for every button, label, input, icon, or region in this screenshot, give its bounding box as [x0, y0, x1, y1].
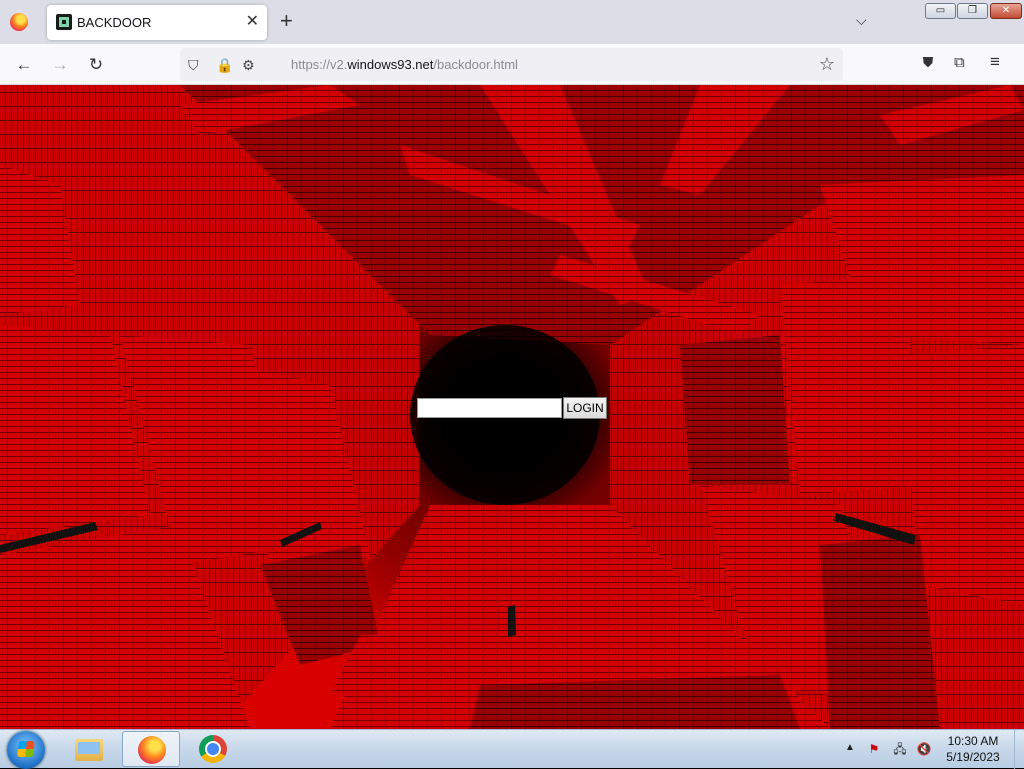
new-tab-button[interactable]: +: [280, 9, 293, 33]
hamburger-menu-icon[interactable]: ≡: [990, 52, 1000, 72]
address-bar[interactable]: ⛉ 🔒 ⚙ https://v2.windows93.net/backdoor.…: [180, 48, 843, 81]
page-viewport: LOGIN: [0, 85, 1024, 729]
dark-gap: [508, 605, 516, 637]
bookmark-star-icon[interactable]: ☆: [819, 54, 835, 75]
window-maximize-button[interactable]: ❐: [957, 3, 988, 19]
wall-block: [680, 335, 790, 485]
forward-button[interactable]: →: [48, 53, 72, 77]
network-icon[interactable]: 🖧: [892, 741, 908, 757]
url-path: /backdoor.html: [433, 57, 518, 72]
firefox-view-icon[interactable]: [10, 13, 28, 31]
windows-taskbar: ▲ ⚑ 🖧 🔇 10:30 AM 5/19/2023: [0, 729, 1024, 769]
taskbar-chrome-button[interactable]: [184, 731, 242, 767]
action-center-flag-icon[interactable]: ⚑: [866, 741, 882, 757]
tab-bar: BACKDOOR ✕ + ⌵ ▭ ❐ ✕: [0, 0, 1024, 44]
lock-icon[interactable]: 🔒: [216, 55, 233, 75]
taskbar-explorer-button[interactable]: [60, 731, 118, 767]
tracking-protection-shield-icon[interactable]: ⛉: [188, 55, 199, 75]
tab-favicon-icon: [56, 14, 72, 30]
taskbar-firefox-button[interactable]: [122, 731, 180, 767]
url-domain: windows93.net: [347, 57, 434, 72]
navigation-toolbar: ← → ↻ ⛉ 🔒 ⚙ https://v2.windows93.net/bac…: [0, 44, 1024, 85]
pocket-icon[interactable]: ⛊: [918, 54, 938, 74]
wall-block: [820, 535, 940, 729]
volume-muted-icon[interactable]: 🔇: [916, 741, 932, 757]
show-hidden-icons-arrow-icon[interactable]: ▲: [845, 742, 855, 753]
tab-backdoor[interactable]: BACKDOOR ✕: [47, 5, 267, 40]
file-explorer-icon: [75, 739, 103, 761]
tab-close-icon[interactable]: ✕: [246, 12, 259, 32]
list-all-tabs-icon[interactable]: ⌵: [856, 12, 867, 29]
show-desktop-button[interactable]: [1014, 730, 1024, 769]
start-button[interactable]: [7, 731, 45, 769]
tab-title: BACKDOOR: [77, 15, 152, 30]
permissions-icon[interactable]: ⚙: [242, 55, 255, 75]
back-button[interactable]: ←: [12, 53, 36, 77]
login-password-input[interactable]: [417, 398, 562, 418]
extensions-icon[interactable]: ⧉: [954, 54, 965, 71]
url-text[interactable]: https://v2.windows93.net/backdoor.html: [291, 57, 518, 72]
window-minimize-button[interactable]: ▭: [925, 3, 956, 19]
clock-date[interactable]: 5/19/2023: [937, 750, 1009, 764]
window-close-button[interactable]: ✕: [990, 3, 1022, 19]
clock-time[interactable]: 10:30 AM: [937, 734, 1009, 748]
url-prefix: https://v2.: [291, 57, 348, 72]
reload-button[interactable]: ↻: [84, 53, 108, 77]
firefox-icon: [138, 736, 166, 764]
login-button[interactable]: LOGIN: [563, 397, 607, 419]
floor-step: [380, 565, 680, 625]
chrome-icon: [199, 735, 227, 763]
